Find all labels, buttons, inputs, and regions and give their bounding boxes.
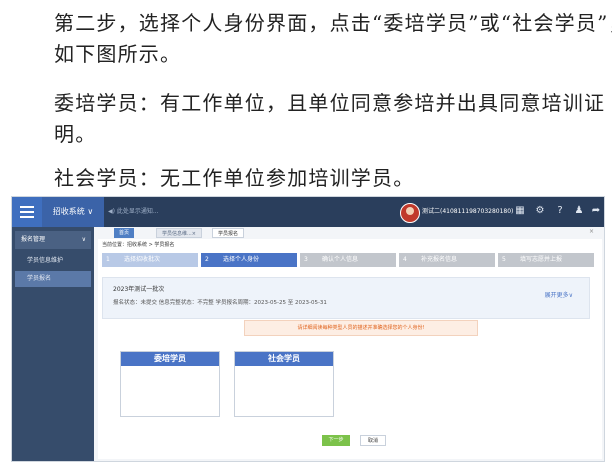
tab-bar: 首页 学员信息维...× 学员报名 × [100,227,600,239]
paragraph-commissioned-trainee: 委培学员：有工作单位，且单位同意参培并出具同意培训证明。 [54,91,606,146]
step-label: 确认个人信息 [322,256,359,263]
top-bar: 招收系统 ∨ ◀) 此处显示通知... 测试二(4108111987032801… [12,197,604,227]
step-number: 3 [304,256,308,263]
sidebar-group-label: 报名管理 [21,236,46,243]
calendar-icon[interactable]: ▦ [514,205,526,217]
close-icon[interactable]: × [589,228,594,235]
system-menu-button[interactable]: 招收系统 ∨ [42,197,104,227]
main-content: 当前位置：招收系统 > 学员报名 1 选择招收批次 2 选择个人身份 3 确认个… [98,239,602,459]
step-number: 5 [502,256,506,263]
avatar[interactable] [400,203,420,223]
paragraph-step-two: 第二步，选择个人身份界面，点击“委培学员”或“社会学员”，如下图所示。 [54,11,612,66]
step-5: 5 填写志愿并上报 [498,253,594,267]
step-label: 选择招收批次 [124,256,161,263]
batch-status: 报名状态：未提交 信息完整状态：不完整 学员报名周期：2023-05-25 至 … [113,300,327,306]
card-title: 委培学员 [121,352,219,366]
social-trainee-card[interactable]: 社会学员 [234,351,334,417]
gear-icon[interactable]: ⚙ [534,205,546,217]
step-label: 填写志愿并上报 [520,256,563,263]
cancel-button[interactable]: 取消 [360,435,386,446]
step-2: 2 选择个人身份 [201,253,297,267]
user-name[interactable]: 测试二(410811198703280180) [422,197,513,227]
batch-info-panel: 2023年测试一批次 报名状态：未提交 信息完整状态：不完整 学员报名周期：20… [102,277,590,319]
step-number: 1 [106,256,110,263]
sidebar-group-registration[interactable]: 报名管理 ∨ [15,231,91,249]
sidebar-item-trainee-info[interactable]: 学员信息维护 [15,253,91,269]
step-1: 1 选择招收批次 [102,253,198,267]
card-title: 社会学员 [235,352,333,366]
step-number: 2 [205,256,209,263]
system-menu-label: 招收系统 [52,207,85,216]
commissioned-trainee-card[interactable]: 委培学员 [120,351,220,417]
tab-trainee-registration[interactable]: 学员报名 [212,228,245,238]
user-settings-icon[interactable]: ♟ [573,205,585,217]
step-3: 3 确认个人信息 [300,253,396,267]
step-label: 补充报名信息 [421,256,458,263]
step-label: 选择个人身份 [223,256,260,263]
paragraph-social-trainee: 社会学员：无工作单位参加培训学员。 [54,166,415,190]
embedded-screenshot: 招收系统 ∨ ◀) 此处显示通知... 测试二(4108111987032801… [11,196,605,462]
expand-more-link[interactable]: 展开更多∨ [545,290,573,299]
help-icon[interactable]: ? [554,205,566,217]
hamburger-menu-icon[interactable] [12,197,42,227]
step-progress: 1 选择招收批次 2 选择个人身份 3 确认个人信息 4 补充报名信息 5 填写… [102,253,594,267]
next-button[interactable]: 下一步 [322,435,350,446]
breadcrumb: 当前位置：招收系统 > 学员报名 [102,242,175,248]
tab-trainee-info[interactable]: 学员信息维...× [156,228,202,238]
share-icon[interactable]: ➦ [590,205,602,217]
step-4: 4 补充报名信息 [399,253,495,267]
warning-banner: 请详细阅读每种类型人员的描述并准确选择您的个人身份! [244,320,478,336]
step-number: 4 [403,256,407,263]
chevron-down-icon: ∨ [81,236,86,243]
tab-home[interactable]: 首页 [114,228,135,238]
sidebar-item-trainee-registration[interactable]: 学员报名 [15,271,91,287]
batch-title: 2023年测试一批次 [113,286,165,293]
notice-text: ◀) 此处显示通知... [108,208,159,215]
sidebar: 报名管理 ∨ 学员信息维护 学员报名 [12,227,94,461]
